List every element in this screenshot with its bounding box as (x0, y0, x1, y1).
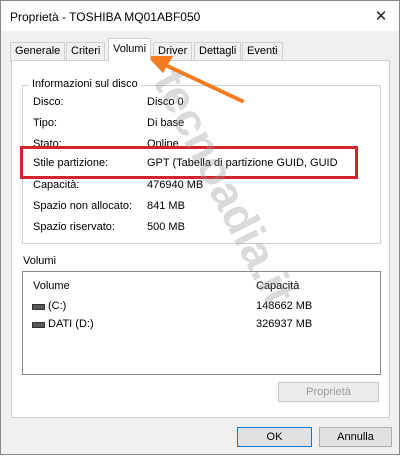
tab-dettagli[interactable]: Dettagli (194, 42, 242, 62)
capacity-value: 476940 MB (147, 179, 204, 191)
unallocated-label: Spazio non allocato: (33, 200, 133, 212)
volume-name[interactable]: (C:) (48, 300, 66, 312)
tab-criteri[interactable]: Criteri (66, 42, 106, 62)
type-value: Di base (147, 117, 185, 129)
ok-button[interactable]: OK (237, 427, 312, 447)
volumes-group-label: Volumi (23, 255, 57, 267)
tab-generale[interactable]: Generale (10, 42, 66, 62)
unallocated-value: 841 MB (147, 200, 185, 212)
tab-driver[interactable]: Driver (153, 42, 193, 62)
volume-properties-button[interactable]: Proprietà (278, 382, 379, 402)
cancel-button[interactable]: Annulla (319, 427, 392, 447)
reserved-label: Spazio riservato: (33, 221, 115, 233)
tab-eventi[interactable]: Eventi (242, 42, 283, 62)
disk-label: Disco: (33, 96, 64, 108)
volume-capacity: 148662 MB (256, 300, 313, 312)
capacity-label: Capacità: (33, 179, 80, 191)
type-label: Tipo: (33, 117, 58, 129)
volume-name[interactable]: DATI (D:) (48, 318, 94, 330)
disk-value: Disco 0 (147, 96, 184, 108)
drive-icon (32, 304, 45, 310)
properties-dialog: Proprietà - TOSHIBA MQ01ABF050 ✕ General… (0, 0, 400, 455)
close-icon[interactable]: ✕ (371, 6, 391, 26)
window-title: Proprietà - TOSHIBA MQ01ABF050 (10, 10, 201, 24)
tab-volumi[interactable]: Volumi (108, 38, 152, 61)
reserved-value: 500 MB (147, 221, 185, 233)
disk-info-group-label: Informazioni sul disco (29, 78, 141, 90)
title-bar: Proprietà - TOSHIBA MQ01ABF050 ✕ (1, 1, 399, 31)
column-header-capacity[interactable]: Capacità (256, 280, 299, 292)
column-header-volume[interactable]: Volume (33, 280, 70, 292)
volume-capacity: 326937 MB (256, 318, 313, 330)
partition-style-highlight (20, 146, 358, 179)
drive-icon (32, 322, 45, 328)
